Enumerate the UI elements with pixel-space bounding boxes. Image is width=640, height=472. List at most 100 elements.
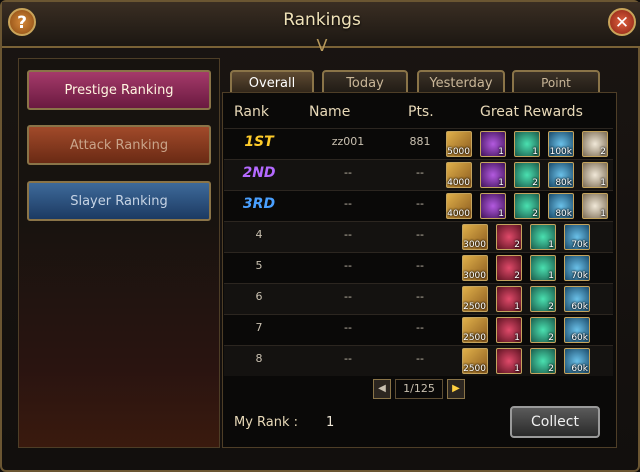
blue-reward-icon[interactable]: 70k	[564, 224, 590, 250]
orange-reward-icon[interactable]: 3000	[462, 224, 488, 250]
ornament-icon: ᐯ	[316, 36, 328, 55]
my-rank-value: 1	[326, 415, 335, 430]
rank-cell: 3RD	[242, 196, 276, 212]
purple-reward-icon[interactable]: 1	[480, 162, 506, 188]
blue-reward-icon[interactable]: 60k	[564, 348, 590, 374]
blue-reward-icon[interactable]: 80k	[548, 162, 574, 188]
red-reward-icon[interactable]: 1	[496, 348, 522, 374]
reward-amount: 2	[514, 271, 520, 281]
purple-reward-icon[interactable]: 1	[480, 193, 506, 219]
table-row: 4 -- -- 3000 2 1 70k	[224, 221, 613, 252]
points-header: Pts.	[408, 104, 434, 120]
orange-reward-icon[interactable]: 3000	[462, 255, 488, 281]
rank-cell: 5	[255, 259, 263, 272]
rank-cell: 1ST	[244, 134, 274, 150]
reward-amount: 1	[548, 271, 554, 281]
orange-reward-icon[interactable]: 2500	[462, 317, 488, 343]
name-cell: --	[344, 259, 352, 272]
reward-amount: 1	[498, 147, 504, 157]
name-cell: --	[344, 228, 352, 241]
points-cell: --	[416, 166, 424, 179]
rank-cell: 4	[255, 228, 263, 241]
blue-reward-icon[interactable]: 100k	[548, 131, 574, 157]
reward-amount: 1	[600, 209, 606, 219]
slayer-ranking-button[interactable]: Slayer Ranking	[27, 181, 211, 221]
reward-amount: 80k	[555, 178, 572, 188]
prestige-ranking-button[interactable]: Prestige Ranking	[27, 70, 211, 110]
reward-amount: 4000	[447, 178, 470, 188]
reward-amount: 2500	[463, 364, 486, 374]
reward-amount: 80k	[555, 209, 572, 219]
reward-amount: 1	[600, 178, 606, 188]
reward-amount: 2	[600, 147, 606, 157]
reward-amount: 4000	[447, 209, 470, 219]
reward-amount: 2500	[463, 302, 486, 312]
name-cell: --	[344, 166, 352, 179]
table-row: 8 -- -- 2500 1 2 60k	[224, 345, 613, 376]
points-cell: --	[416, 352, 424, 365]
attack-ranking-button[interactable]: Attack Ranking	[27, 125, 211, 165]
white-reward-icon[interactable]: 1	[582, 162, 608, 188]
green-reward-icon[interactable]: 2	[530, 286, 556, 312]
orange-reward-icon[interactable]: 2500	[462, 286, 488, 312]
green-reward-icon[interactable]: 1	[514, 131, 540, 157]
blue-reward-icon[interactable]: 60k	[564, 286, 590, 312]
reward-amount: 3000	[463, 240, 486, 250]
reward-amount: 2	[548, 364, 554, 374]
rank-cell: 2ND	[242, 165, 276, 181]
my-rank-label: My Rank :	[234, 415, 299, 430]
page-indicator: 1/125	[395, 379, 443, 399]
name-cell: --	[344, 197, 352, 210]
blue-reward-icon[interactable]: 70k	[564, 255, 590, 281]
points-cell: --	[416, 290, 424, 303]
table-row: 2ND -- -- 4000 1 2 80k 1	[224, 159, 613, 190]
collect-button[interactable]: Collect	[510, 406, 600, 438]
orange-reward-icon[interactable]: 4000	[446, 162, 472, 188]
name-cell: --	[344, 290, 352, 303]
reward-amount: 3000	[463, 271, 486, 281]
table-row: 6 -- -- 2500 1 2 60k	[224, 283, 613, 314]
reward-amount: 1	[514, 302, 520, 312]
reward-amount: 1	[532, 147, 538, 157]
name-cell: zz001	[331, 135, 365, 148]
red-reward-icon[interactable]: 1	[496, 286, 522, 312]
table-row: 3RD -- -- 4000 1 2 80k 1	[224, 190, 613, 221]
red-reward-icon[interactable]: 2	[496, 224, 522, 250]
reward-amount: 100k	[549, 147, 572, 157]
reward-amount: 1	[498, 178, 504, 188]
green-reward-icon[interactable]: 1	[530, 224, 556, 250]
blue-reward-icon[interactable]: 80k	[548, 193, 574, 219]
green-reward-icon[interactable]: 1	[530, 255, 556, 281]
points-cell: --	[416, 321, 424, 334]
reward-amount: 1	[548, 240, 554, 250]
green-reward-icon[interactable]: 2	[530, 317, 556, 343]
reward-amount: 5000	[447, 147, 470, 157]
prev-page-button[interactable]: ◀	[373, 379, 391, 399]
points-cell: --	[416, 228, 424, 241]
rank-header: Rank	[234, 104, 269, 120]
reward-amount: 1	[514, 333, 520, 343]
red-reward-icon[interactable]: 2	[496, 255, 522, 281]
blue-reward-icon[interactable]: 60k	[564, 317, 590, 343]
rank-cell: 8	[255, 352, 263, 365]
close-button[interactable]: ✕	[608, 8, 636, 36]
white-reward-icon[interactable]: 2	[582, 131, 608, 157]
orange-reward-icon[interactable]: 4000	[446, 193, 472, 219]
reward-amount: 60k	[571, 333, 588, 343]
green-reward-icon[interactable]: 2	[514, 162, 540, 188]
orange-reward-icon[interactable]: 5000	[446, 131, 472, 157]
purple-reward-icon[interactable]: 1	[480, 131, 506, 157]
white-reward-icon[interactable]: 1	[582, 193, 608, 219]
next-page-button[interactable]: ▶	[447, 379, 465, 399]
rankings-window: ? Rankings ✕ ᐯ Prestige Ranking Attack R…	[0, 0, 640, 472]
reward-amount: 60k	[571, 364, 588, 374]
orange-reward-icon[interactable]: 2500	[462, 348, 488, 374]
name-header: Name	[309, 104, 351, 120]
close-icon: ✕	[614, 13, 630, 33]
green-reward-icon[interactable]: 2	[514, 193, 540, 219]
name-cell: --	[344, 321, 352, 334]
reward-amount: 2	[532, 178, 538, 188]
red-reward-icon[interactable]: 1	[496, 317, 522, 343]
reward-amount: 2	[514, 240, 520, 250]
green-reward-icon[interactable]: 2	[530, 348, 556, 374]
